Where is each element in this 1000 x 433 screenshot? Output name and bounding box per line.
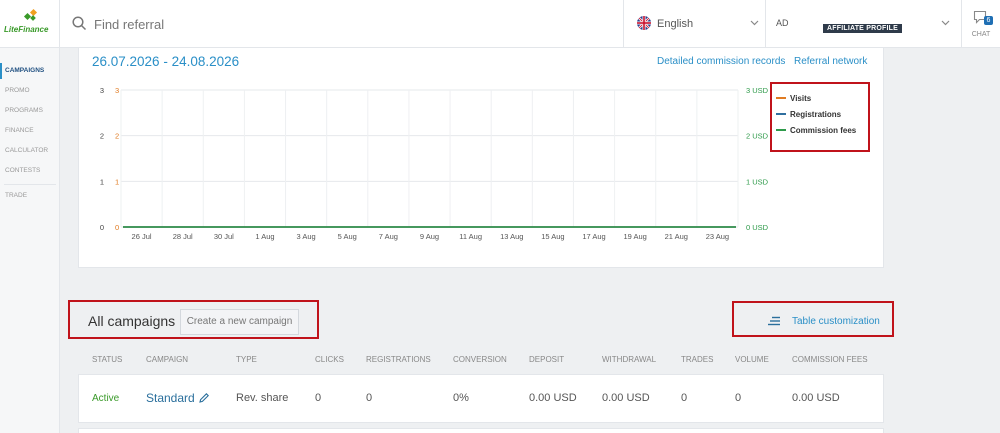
conversion-cell: 0% bbox=[453, 392, 469, 404]
x-tick-label: 28 Jul bbox=[173, 232, 193, 241]
table-customization-label: Table customization bbox=[792, 315, 880, 327]
y-tick-label-left: 2 bbox=[100, 132, 104, 141]
chat-count-badge: 6 bbox=[984, 16, 993, 25]
search-input[interactable] bbox=[94, 13, 594, 35]
legend-swatch bbox=[776, 129, 786, 131]
chevron-down-icon bbox=[941, 20, 950, 26]
edit-pencil-icon[interactable] bbox=[198, 392, 210, 404]
sidebar-item-promo[interactable]: PROMO bbox=[0, 83, 60, 99]
statistics-chart: 0 1 2 3 0 1 2 3 0 USD 1 USD 2 USD 3 USD 26 Jul 28 Jul… bbox=[100, 86, 769, 241]
x-tick-label: 21 Aug bbox=[665, 232, 688, 241]
referral-network-link[interactable]: Referral network bbox=[794, 56, 867, 67]
sidebar: CAMPAIGNS PROMO PROGRAMS FINANCE CALCULA… bbox=[0, 48, 60, 433]
volume-cell: 0 bbox=[735, 392, 742, 404]
registrations-cell: 0 bbox=[366, 392, 373, 404]
y-tick-label-left: 0 bbox=[100, 223, 104, 232]
y-tick-label-usd: 3 USD bbox=[746, 86, 769, 95]
withdrawal-cell: 0.00 USD bbox=[602, 392, 650, 404]
sidebar-divider bbox=[4, 184, 56, 185]
y-tick-label-visits: 1 bbox=[115, 177, 119, 186]
top-bar: LiteFinance English AD AFFILIATE PROFILE bbox=[0, 0, 1000, 48]
column-header-deposit[interactable]: DEPOSIT bbox=[529, 355, 564, 364]
status-badge: Active bbox=[92, 393, 120, 404]
table-settings-icon bbox=[768, 316, 780, 326]
profile-menu[interactable]: AD AFFILIATE PROFILE bbox=[766, 0, 962, 48]
column-header-trades[interactable]: TRADES bbox=[681, 355, 713, 364]
column-header-conversion[interactable]: CONVERSION bbox=[453, 355, 507, 364]
create-campaign-button[interactable]: Create a new campaign bbox=[180, 309, 299, 335]
y-tick-label-usd: 0 USD bbox=[746, 223, 769, 232]
x-tick-label: 5 Aug bbox=[338, 232, 357, 241]
y-tick-label-usd: 2 USD bbox=[746, 132, 769, 141]
legend-label: Visits bbox=[790, 93, 812, 103]
x-tick-label: 19 Aug bbox=[623, 232, 646, 241]
trades-cell: 0 bbox=[681, 392, 688, 404]
sidebar-item-trade[interactable]: TRADE bbox=[0, 188, 60, 204]
detailed-commission-records-link[interactable]: Detailed commission records bbox=[657, 56, 785, 67]
column-header-commission-fees[interactable]: COMMISSION FEES bbox=[792, 355, 868, 364]
legend-label: Registrations bbox=[790, 109, 842, 119]
y-tick-label-visits: 0 bbox=[115, 223, 119, 232]
legend-item-visits[interactable]: Visits bbox=[776, 90, 868, 106]
table-customization-button[interactable]: Table customization bbox=[768, 313, 880, 329]
x-tick-label: 3 Aug bbox=[297, 232, 316, 241]
y-tick-label-usd: 1 USD bbox=[746, 177, 769, 186]
logo[interactable]: LiteFinance bbox=[0, 0, 60, 48]
x-tick-label: 15 Aug bbox=[541, 232, 564, 241]
uk-flag-icon bbox=[637, 16, 651, 30]
type-cell: Rev. share bbox=[236, 392, 289, 404]
affiliate-profile-badge: AFFILIATE PROFILE bbox=[823, 24, 902, 33]
chat-label: CHAT bbox=[971, 31, 991, 38]
column-header-type[interactable]: TYPE bbox=[236, 355, 257, 364]
search-icon[interactable] bbox=[72, 16, 87, 31]
y-tick-label-visits: 2 bbox=[115, 132, 119, 141]
x-tick-label: 13 Aug bbox=[500, 232, 523, 241]
avatar: AD bbox=[776, 18, 789, 28]
logo-mark-icon bbox=[23, 8, 38, 21]
legend-item-commission-fees[interactable]: Commission fees bbox=[776, 122, 868, 138]
commission-fees-cell: 0.00 USD bbox=[792, 392, 840, 404]
deposit-cell: 0.00 USD bbox=[529, 392, 577, 404]
clicks-cell: 0 bbox=[315, 392, 322, 404]
sidebar-item-finance[interactable]: FINANCE bbox=[0, 123, 60, 139]
legend-swatch bbox=[776, 97, 786, 99]
x-tick-label: 9 Aug bbox=[420, 232, 439, 241]
x-tick-label: 17 Aug bbox=[582, 232, 605, 241]
chart-legend: Visits Registrations Commission fees bbox=[776, 90, 868, 148]
sidebar-item-calculator[interactable]: CALCULATOR bbox=[0, 143, 60, 159]
column-header-withdrawal[interactable]: WITHDRAWAL bbox=[602, 355, 656, 364]
campaign-name-link[interactable]: Standard bbox=[146, 391, 195, 405]
column-header-clicks[interactable]: CLICKS bbox=[315, 355, 344, 364]
legend-item-registrations[interactable]: Registrations bbox=[776, 106, 868, 122]
logo-text: LiteFinance bbox=[4, 25, 49, 34]
sidebar-item-campaigns[interactable]: CAMPAIGNS bbox=[0, 63, 60, 79]
chat-button[interactable]: 6 CHAT bbox=[962, 0, 1000, 48]
language-label: English bbox=[657, 18, 694, 30]
column-header-registrations[interactable]: REGISTRATIONS bbox=[366, 355, 431, 364]
x-tick-label: 11 Aug bbox=[459, 232, 482, 241]
search-bar bbox=[60, 0, 624, 48]
x-tick-label: 7 Aug bbox=[379, 232, 398, 241]
column-header-volume[interactable]: VOLUME bbox=[735, 355, 769, 364]
legend-swatch bbox=[776, 113, 786, 115]
y-tick-label-visits: 3 bbox=[115, 86, 119, 95]
language-selector[interactable]: English bbox=[624, 0, 766, 48]
y-tick-label-left: 1 bbox=[100, 177, 104, 186]
x-tick-label: 23 Aug bbox=[706, 232, 729, 241]
next-row-edge bbox=[78, 428, 884, 433]
date-range-selector[interactable]: 26.07.2026 - 24.08.2026 bbox=[92, 54, 239, 69]
column-header-status[interactable]: STATUS bbox=[92, 355, 122, 364]
sidebar-item-programs[interactable]: PROGRAMS bbox=[0, 103, 60, 119]
x-tick-label: 1 Aug bbox=[255, 232, 274, 241]
y-tick-label-left: 3 bbox=[100, 86, 104, 95]
column-header-campaign[interactable]: CAMPAIGN bbox=[146, 355, 188, 364]
all-campaigns-title: All campaigns bbox=[88, 313, 176, 329]
sidebar-item-contests[interactable]: CONTESTS bbox=[0, 163, 60, 179]
x-tick-label: 30 Jul bbox=[214, 232, 234, 241]
chevron-down-icon bbox=[750, 20, 759, 26]
x-tick-label: 26 Jul bbox=[132, 232, 152, 241]
legend-label: Commission fees bbox=[790, 125, 857, 135]
